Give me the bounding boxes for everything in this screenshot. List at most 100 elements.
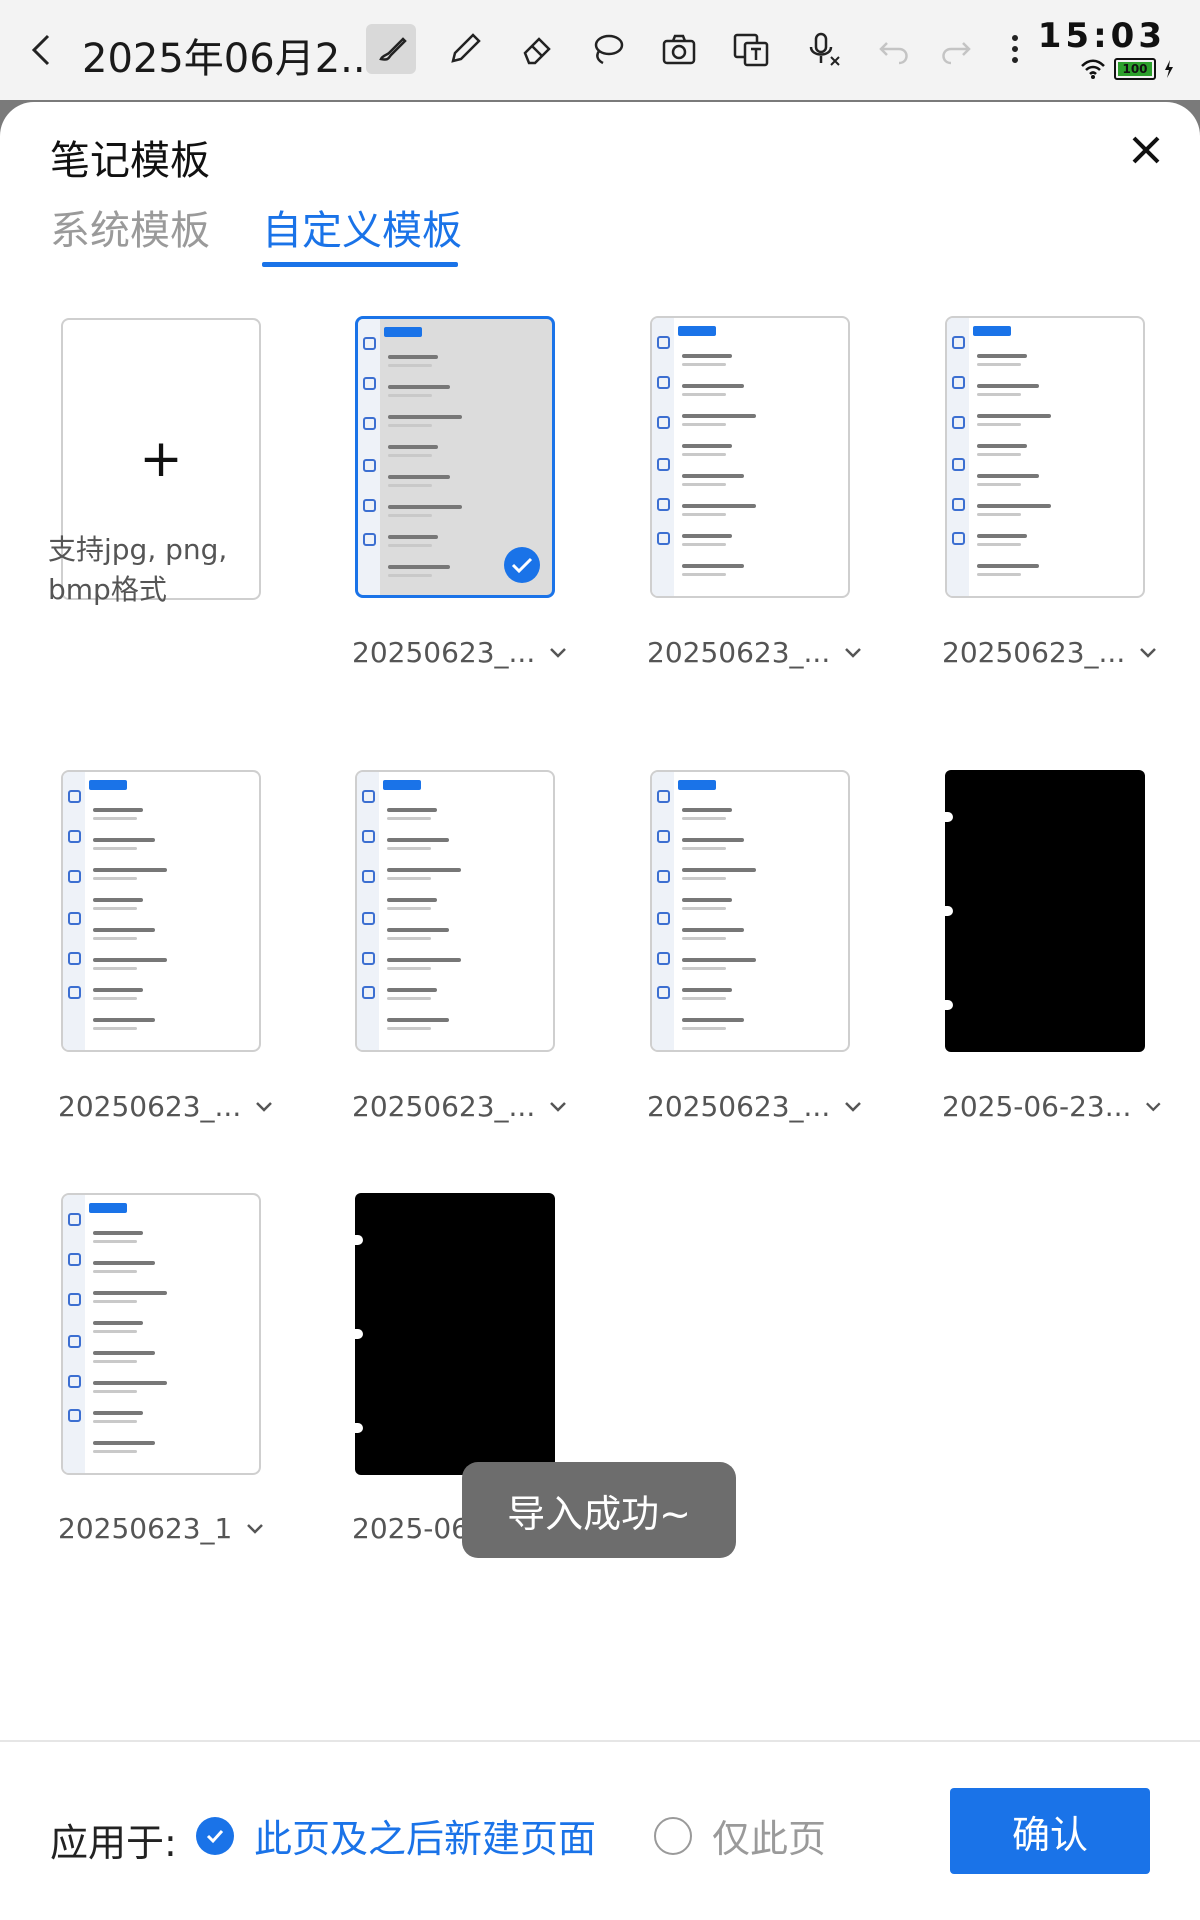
radio-checked-icon[interactable] <box>196 1816 234 1855</box>
thumbnail-text-line <box>977 393 1021 396</box>
thumbnail-text-line <box>387 868 461 872</box>
chevron-down-icon[interactable] <box>1139 647 1157 659</box>
document-title[interactable]: 2025年06月2... <box>82 26 378 84</box>
template-card[interactable] <box>650 770 850 1052</box>
thumbnail-text-line <box>93 1321 143 1325</box>
battery-level: 100 <box>1118 62 1152 76</box>
brush-icon[interactable] <box>366 24 416 74</box>
template-label[interactable]: 20250623_... <box>352 636 572 669</box>
thumbnail-text-line <box>387 1018 449 1022</box>
chevron-down-icon[interactable] <box>844 647 862 659</box>
thumbnail-header <box>973 326 1011 336</box>
template-card[interactable] <box>945 316 1145 598</box>
template-label[interactable]: 20250623_... <box>942 636 1162 669</box>
template-card[interactable] <box>61 770 261 1052</box>
thumbnail-text-line <box>93 838 155 842</box>
template-label[interactable]: 20250623_... <box>647 636 867 669</box>
voice-input-icon[interactable] <box>798 24 848 74</box>
selected-check-icon <box>504 547 540 583</box>
thumbnail-text-line <box>682 1027 726 1030</box>
lasso-icon[interactable] <box>582 24 632 74</box>
template-card[interactable] <box>355 1193 555 1475</box>
thumbnail-text-line <box>93 1270 137 1273</box>
redo-icon[interactable] <box>930 24 980 74</box>
thumbnail-text-line <box>682 363 726 366</box>
template-card[interactable] <box>355 770 555 1052</box>
chevron-down-icon[interactable] <box>844 1101 862 1113</box>
thumbnail-text-line <box>977 363 1021 366</box>
thumbnail-text-line <box>93 808 143 812</box>
chevron-down-icon[interactable] <box>549 647 567 659</box>
thumbnail-header <box>89 1203 127 1213</box>
thumbnail-text-line <box>977 444 1027 448</box>
thumbnail-text-line <box>388 505 462 509</box>
undo-icon[interactable] <box>870 24 920 74</box>
template-card[interactable] <box>61 1193 261 1475</box>
thumbnail-text-line <box>682 573 726 576</box>
chevron-down-icon[interactable] <box>549 1101 567 1113</box>
thumbnail-text-line <box>682 997 726 1000</box>
thumbnail-text-line <box>93 1360 137 1363</box>
thumbnail-text-line <box>93 1420 137 1423</box>
supported-formats-hint: 支持jpg, png, bmp格式 <box>48 533 228 606</box>
template-card[interactable] <box>945 770 1145 1052</box>
thumbnail-header <box>384 327 422 337</box>
thumbnail-text-line <box>388 574 432 577</box>
back-arrow-icon[interactable] <box>26 30 56 70</box>
thumbnail-text-line <box>93 907 137 910</box>
template-name: 20250623_1 <box>58 1512 233 1545</box>
thumbnail-text-line <box>977 384 1039 388</box>
thumbnail-text-line <box>682 928 744 932</box>
thumbnail-text-line <box>388 415 462 419</box>
template-card[interactable] <box>355 316 555 598</box>
thumbnail-text-line <box>387 877 431 880</box>
thumbnail-text-line <box>388 364 432 367</box>
thumbnail-text-line <box>682 504 756 508</box>
thumbnail-text-line <box>977 354 1027 358</box>
import-success-toast: 导入成功~ <box>462 1462 736 1558</box>
template-label[interactable]: 20250623_... <box>58 1090 278 1123</box>
tab-custom-templates[interactable]: 自定义模板 <box>262 198 462 256</box>
more-icon[interactable] <box>990 24 1040 74</box>
chevron-down-icon[interactable] <box>255 1101 273 1113</box>
thumbnail-text-line <box>93 1390 137 1393</box>
thumbnail-sidebar <box>947 318 969 596</box>
thumbnail-text-line <box>93 1018 155 1022</box>
thumbnail-header <box>678 780 716 790</box>
apply-option-following-pages[interactable]: 此页及之后新建页面 <box>196 1808 596 1863</box>
template-label[interactable]: 2025-06-23... <box>942 1090 1162 1123</box>
template-name: 20250623_... <box>942 636 1126 669</box>
thumbnail-text-line <box>682 808 732 812</box>
template-label[interactable]: 20250623_... <box>352 1090 572 1123</box>
apply-option-following-pages-label: 此页及之后新建页面 <box>254 1817 597 1861</box>
thumbnail-text-line <box>682 847 726 850</box>
template-label[interactable]: 20250623_... <box>647 1090 867 1123</box>
thumbnail-text-line <box>682 354 732 358</box>
template-card[interactable] <box>650 316 850 598</box>
thumbnail-text-line <box>682 483 726 486</box>
thumbnail-text-line <box>93 817 137 820</box>
thumbnail-text-line <box>387 1027 431 1030</box>
translate-icon[interactable] <box>726 24 776 74</box>
apply-option-this-page[interactable]: 仅此页 <box>654 1808 826 1863</box>
template-thumbnail <box>357 772 553 1050</box>
radio-unchecked-icon[interactable] <box>654 1816 692 1855</box>
wifi-icon <box>1081 59 1105 79</box>
eraser-icon[interactable] <box>512 24 562 74</box>
thumbnail-text-line <box>977 534 1027 538</box>
close-icon[interactable] <box>1126 130 1166 170</box>
thumbnail-text-line <box>682 898 732 902</box>
camera-icon[interactable] <box>654 24 704 74</box>
thumbnail-text-line <box>977 504 1051 508</box>
confirm-button[interactable]: 确认 <box>950 1788 1150 1874</box>
note-toolbar: 2025年06月2... 15:03 100 <box>0 0 1200 100</box>
thumbnail-text-line <box>682 817 726 820</box>
tab-system-templates[interactable]: 系统模板 <box>50 198 210 256</box>
thumbnail-header <box>89 780 127 790</box>
chevron-down-icon[interactable] <box>1145 1101 1162 1113</box>
thumbnail-text-line <box>682 838 744 842</box>
template-label[interactable]: 20250623_1 <box>58 1512 278 1545</box>
plus-icon: + <box>139 429 183 489</box>
pen-icon[interactable] <box>440 24 490 74</box>
chevron-down-icon[interactable] <box>246 1523 264 1535</box>
